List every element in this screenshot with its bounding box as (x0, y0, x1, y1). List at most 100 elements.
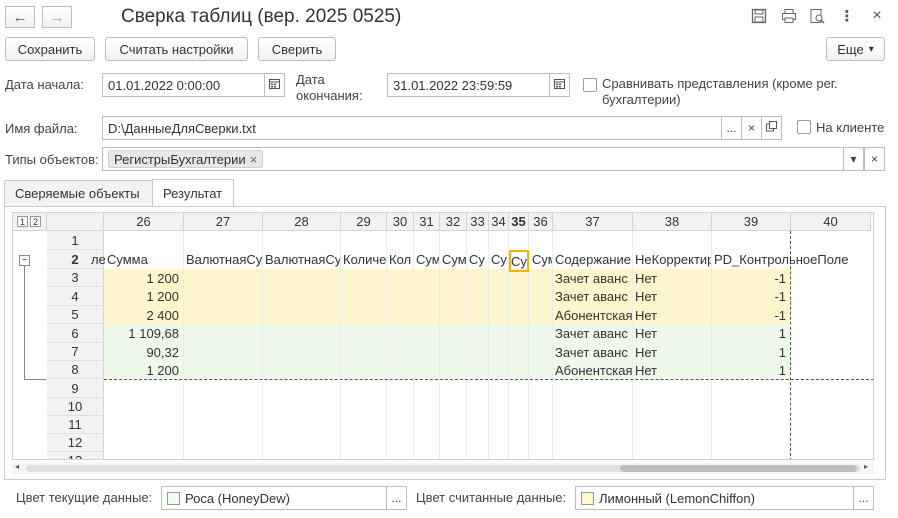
back-button[interactable]: ← (5, 6, 35, 28)
start-date-calendar-button[interactable] (264, 73, 285, 97)
grid-cell-content[interactable]: Абонентская (555, 361, 632, 379)
tag-remove-icon[interactable]: × (250, 152, 258, 167)
result-spreadsheet[interactable]: 1 2 26 27 28 29 30 31 32 33 34 35 36 37 … (12, 212, 874, 460)
save-icon[interactable] (750, 7, 768, 25)
column-header-selected[interactable]: 35 (509, 213, 529, 231)
forward-button[interactable]: → (42, 6, 72, 28)
grid-cell-content[interactable]: Зачет аванс (555, 324, 632, 343)
object-types-dropdown-button[interactable]: ▾ (843, 147, 864, 171)
grid-cell-control[interactable]: -1 (714, 287, 786, 306)
close-icon[interactable]: × (868, 7, 886, 25)
column-header[interactable]: 34 (489, 213, 509, 231)
grid-cell-incorrect[interactable]: Нет (635, 324, 711, 343)
row-header[interactable]: 8 (47, 361, 104, 379)
grid-cell[interactable]: PD_КонтрольноеПоле (714, 250, 864, 269)
column-header[interactable]: 38 (633, 213, 712, 231)
collapse-group-icon[interactable]: − (19, 255, 30, 266)
file-open-button[interactable] (761, 116, 782, 140)
end-date-input[interactable]: 31.01.2022 23:59:59 (387, 73, 550, 97)
grid-cell-incorrect[interactable]: Нет (635, 343, 711, 361)
on-client-checkbox[interactable] (797, 120, 811, 134)
object-type-tag[interactable]: РегистрыБухгалтерии × (108, 150, 264, 168)
grid-cell-sum[interactable]: 2 400 (107, 306, 179, 324)
file-name-input[interactable]: D:\ДанныеДляСверки.txt (102, 116, 722, 140)
compare-button[interactable]: Сверить (258, 37, 336, 61)
grid-cell[interactable]: Сумма (107, 250, 182, 269)
file-clear-button[interactable]: × (741, 116, 762, 140)
save-button[interactable]: Сохранить (5, 37, 95, 61)
compare-representations-checkbox[interactable] (583, 78, 597, 92)
row-header[interactable]: 1 (47, 231, 104, 250)
column-header[interactable]: 27 (184, 213, 263, 231)
column-header[interactable]: 28 (263, 213, 341, 231)
group-level-1-button[interactable]: 1 (17, 216, 28, 227)
grid-cell[interactable]: Су (469, 250, 488, 269)
tab-result[interactable]: Результат (152, 179, 234, 207)
grid-cell-content[interactable]: Зачет аванс (555, 287, 632, 306)
column-header[interactable]: 26 (104, 213, 184, 231)
grid-cell-incorrect[interactable]: Нет (635, 269, 711, 287)
scroll-right-icon[interactable]: ▸ (864, 462, 868, 471)
scroll-left-icon[interactable]: ◂ (15, 462, 19, 471)
column-header[interactable]: 30 (387, 213, 414, 231)
column-header[interactable]: 33 (467, 213, 489, 231)
horizontal-scrollbar[interactable]: ◂ ▸ (12, 462, 874, 474)
grid-cell-content[interactable]: Зачет аванс (555, 343, 632, 361)
column-header[interactable]: 32 (440, 213, 467, 231)
grid-cell-control[interactable]: 1 (714, 361, 786, 379)
grid-cell-content[interactable]: Зачет аванс (555, 269, 632, 287)
grid-cell[interactable]: ВалютнаяСу (186, 250, 262, 269)
group-level-2-button[interactable]: 2 (30, 216, 41, 227)
column-header[interactable]: 37 (553, 213, 633, 231)
current-color-select-button[interactable]: ... (386, 486, 407, 510)
scroll-thumb[interactable] (620, 465, 857, 472)
row-header[interactable]: 4 (47, 287, 104, 306)
grid-cell[interactable]: Содержание (555, 250, 632, 269)
grid-cell[interactable]: Сум (532, 250, 552, 269)
row-header[interactable]: 7 (47, 343, 104, 361)
tab-compared-objects[interactable]: Сверяемые объекты (4, 180, 153, 206)
grid-cell-sum[interactable]: 90,32 (107, 343, 179, 361)
read-color-select-button[interactable]: ... (853, 486, 874, 510)
grid-cell-sum[interactable]: 1 109,68 (107, 324, 179, 343)
row-header[interactable]: 9 (47, 379, 104, 398)
row-header[interactable]: 13 (47, 452, 104, 459)
grid-cell-incorrect[interactable]: Нет (635, 361, 711, 379)
grid-cell-control[interactable]: 1 (714, 324, 786, 343)
file-select-button[interactable]: ... (721, 116, 742, 140)
grid-cell-selected[interactable]: Су (509, 250, 529, 272)
row-header[interactable]: 3 (47, 269, 104, 287)
grid-cell[interactable]: Су (491, 250, 508, 269)
grid-cell-control[interactable]: -1 (714, 306, 786, 324)
grid-cell-sum[interactable]: 1 200 (107, 269, 179, 287)
current-color-input[interactable]: Роса (HoneyDew) (161, 486, 387, 510)
read-settings-button[interactable]: Считать настройки (105, 37, 248, 61)
print-icon[interactable] (780, 7, 798, 25)
row-header[interactable]: 10 (47, 398, 104, 416)
row-header[interactable]: 6 (47, 324, 104, 343)
grid-cell[interactable]: Сум (416, 250, 439, 269)
row-header[interactable]: 12 (47, 434, 104, 452)
grid-cell-incorrect[interactable]: Нет (635, 306, 711, 324)
row-header[interactable]: 5 (47, 306, 104, 324)
grid-cell-sum[interactable]: 1 200 (107, 361, 179, 379)
start-date-input[interactable]: 01.01.2022 0:00:00 (102, 73, 265, 97)
grid-cell[interactable]: Количе (343, 250, 386, 269)
preview-icon[interactable] (808, 7, 826, 25)
row-header[interactable]: 11 (47, 416, 104, 434)
grid-cell[interactable]: НеКорректир (635, 250, 711, 269)
column-header[interactable]: 39 (712, 213, 791, 231)
grid-cell[interactable]: ВалютнаяСу (265, 250, 340, 269)
read-color-input[interactable]: Лимонный (LemonChiffon) (575, 486, 854, 510)
grid-cell-content[interactable]: Абонентская (555, 306, 632, 324)
object-types-clear-button[interactable]: × (864, 147, 885, 171)
column-header[interactable]: 40 (791, 213, 871, 231)
grid-cell[interactable]: ле (91, 250, 105, 269)
more-menu-icon[interactable]: ⋮ (838, 7, 856, 25)
grid-cell[interactable]: Кол (389, 250, 413, 269)
more-button[interactable]: Еще ▾ (826, 37, 885, 61)
column-header[interactable]: 29 (341, 213, 387, 231)
grid-cell-control[interactable]: 1 (714, 343, 786, 361)
grid-cell[interactable]: Сум (442, 250, 466, 269)
column-header[interactable]: 31 (414, 213, 440, 231)
